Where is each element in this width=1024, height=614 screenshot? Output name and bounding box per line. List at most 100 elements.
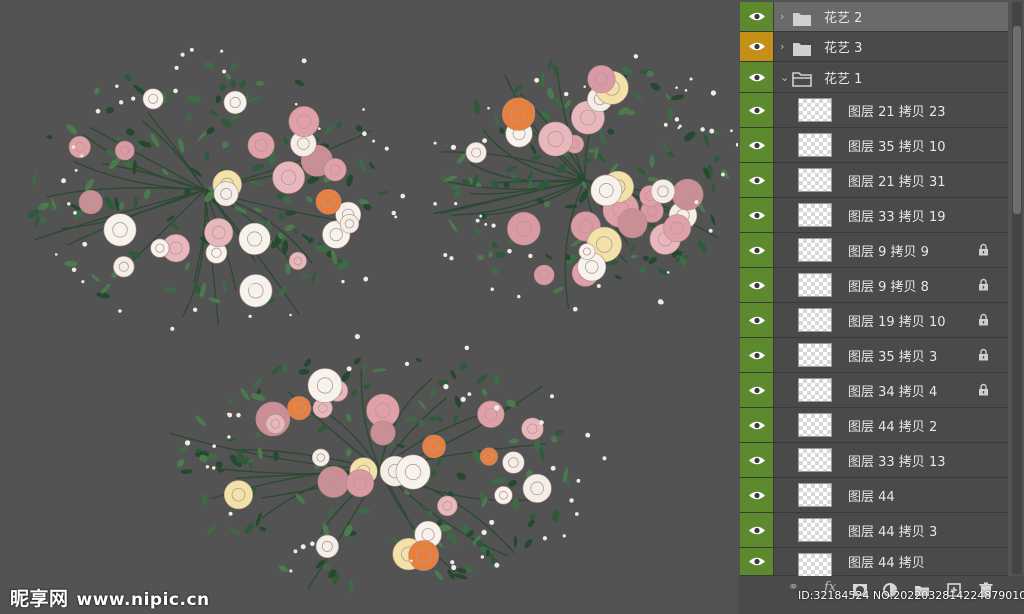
layer-thumbnail (798, 133, 832, 157)
flower (370, 420, 396, 446)
flower (288, 106, 320, 137)
visibility-toggle[interactable] (740, 233, 774, 267)
layer-row[interactable]: 图层 44 (740, 478, 1008, 513)
babys-breath (454, 201, 458, 206)
leaf (415, 358, 423, 362)
leaf (545, 253, 553, 260)
babys-breath (674, 117, 680, 122)
layer-row[interactable]: 图层 21 拷贝 31 (740, 163, 1008, 198)
babys-breath (220, 49, 224, 53)
leaf (298, 368, 310, 375)
visibility-toggle[interactable] (740, 163, 774, 197)
leaf (555, 429, 564, 436)
leaf (208, 297, 221, 304)
flower (315, 188, 342, 215)
leaf (648, 257, 658, 264)
flower (590, 174, 623, 207)
layer-group-row[interactable]: › 花艺 3 (740, 32, 1008, 62)
babys-breath (583, 85, 586, 88)
layers-scrollbar[interactable] (1012, 2, 1022, 574)
visibility-toggle[interactable] (740, 373, 774, 407)
flower (578, 243, 596, 260)
visibility-toggle[interactable] (740, 198, 774, 232)
visibility-toggle[interactable] (740, 548, 774, 575)
leaf (564, 100, 572, 109)
visibility-toggle[interactable] (740, 513, 774, 547)
layer-group-row[interactable]: ⌄ 花艺 1 (740, 62, 1008, 93)
leaf (323, 124, 336, 135)
layer-row[interactable]: 图层 9 拷贝 8 (740, 268, 1008, 303)
leaf (491, 266, 499, 276)
babys-breath (362, 108, 365, 111)
leaf (455, 568, 467, 574)
babys-breath (460, 396, 466, 402)
leaf (278, 286, 286, 298)
babys-breath (550, 394, 555, 399)
layer-row[interactable]: 图层 33 拷贝 13 (740, 443, 1008, 478)
babys-breath (487, 106, 490, 110)
leaf (244, 522, 255, 534)
canvas-area[interactable] (0, 0, 738, 614)
leaf (104, 196, 115, 210)
layer-row[interactable]: 图层 35 拷贝 10 (740, 128, 1008, 163)
flower (502, 97, 536, 131)
layer-row[interactable]: 图层 34 拷贝 4 (740, 373, 1008, 408)
visibility-toggle[interactable] (740, 2, 774, 31)
layer-row[interactable]: 图层 44 拷贝 3 (740, 513, 1008, 548)
leaf (582, 158, 592, 164)
layer-thumbnail (798, 308, 832, 332)
leaf (667, 106, 674, 120)
layer-row[interactable]: 图层 19 拷贝 10 (740, 303, 1008, 338)
babys-breath (334, 374, 338, 379)
babys-breath (67, 202, 71, 206)
visibility-toggle[interactable] (740, 408, 774, 442)
leaf (197, 131, 207, 141)
layer-row[interactable]: 图层 44 拷贝 (740, 548, 1008, 577)
flower (671, 178, 704, 211)
visibility-toggle[interactable] (740, 338, 774, 372)
visibility-toggle[interactable] (740, 443, 774, 477)
leaf (106, 106, 114, 114)
flower (437, 495, 458, 517)
flower (538, 121, 573, 157)
chevron-right-icon[interactable]: › (780, 32, 784, 61)
leaf (671, 94, 685, 101)
layer-row[interactable]: 图层 21 拷贝 23 (740, 93, 1008, 128)
chevron-right-icon[interactable]: › (780, 2, 784, 31)
leaf (133, 196, 138, 208)
visibility-toggle[interactable] (740, 62, 774, 92)
babys-breath (443, 383, 449, 390)
visibility-toggle[interactable] (740, 32, 774, 61)
flower (272, 161, 305, 194)
flower (78, 190, 103, 215)
visibility-toggle[interactable] (740, 268, 774, 302)
leaf (491, 241, 498, 250)
leaf (304, 358, 312, 367)
babys-breath (95, 108, 101, 114)
leaf (650, 82, 661, 91)
visibility-toggle[interactable] (740, 303, 774, 337)
visibility-toggle[interactable] (740, 478, 774, 512)
chevron-down-icon[interactable]: ⌄ (780, 62, 789, 92)
leaf (564, 204, 578, 209)
babys-breath (689, 77, 693, 81)
visibility-toggle[interactable] (740, 128, 774, 162)
leaf (132, 160, 137, 175)
leaf (249, 180, 263, 187)
layer-row[interactable]: 图层 35 拷贝 3 (740, 338, 1008, 373)
babys-breath (449, 256, 454, 261)
babys-breath (443, 253, 448, 257)
visibility-toggle[interactable] (740, 93, 774, 127)
layer-name: 图层 34 拷贝 4 (848, 384, 938, 400)
eye-icon (748, 456, 765, 464)
layer-row[interactable]: 图层 44 拷贝 2 (740, 408, 1008, 443)
layer-row[interactable]: 图层 9 拷贝 9 (740, 233, 1008, 268)
babys-breath (475, 218, 480, 223)
layer-group-row[interactable]: › 花艺 2 (740, 2, 1008, 32)
layer-row[interactable]: 图层 33 拷贝 19 (740, 198, 1008, 233)
babys-breath (694, 200, 699, 205)
layers-scrollbar-thumb[interactable] (1013, 26, 1021, 214)
eye-icon (748, 351, 765, 359)
layer-thumbnail (798, 448, 832, 472)
layer-group-name: 花艺 3 (824, 41, 863, 56)
